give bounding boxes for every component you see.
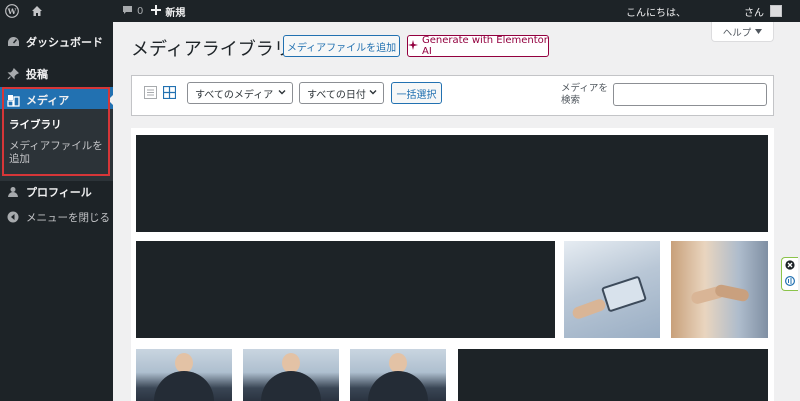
collapse-icon [0,211,26,223]
close-circle-icon[interactable] [785,259,795,273]
media-tile[interactable] [136,241,555,338]
chevron-down-icon [755,26,763,37]
page-title: メディアライブラリ [131,39,292,60]
user-account-menu[interactable]: こんにちは、 さん [626,0,782,22]
home-icon[interactable] [24,0,50,22]
sidebar-item-profile[interactable]: プロフィール [0,179,113,205]
sidebar-item-label: 投稿 [26,68,48,81]
greeting-text: こんにちは、 [626,7,686,19]
user-suffix: さん [744,7,764,19]
plus-icon [151,4,162,18]
user-icon [0,186,26,198]
svg-text:W: W [7,7,17,16]
sidebar-item-posts[interactable]: 投稿 [0,61,113,87]
media-tile-thumbnail[interactable] [350,349,446,401]
chevron-down-icon [369,88,377,99]
comments-count: 0 [137,5,144,17]
person-suit [154,371,214,401]
search-input[interactable] [613,83,767,106]
sidebar-item-label: プロフィール [26,186,92,199]
wordpress-logo-icon[interactable]: W [0,0,24,22]
media-tile[interactable] [136,135,768,232]
grid-view-icon[interactable] [162,85,177,100]
media-tile[interactable] [458,349,768,401]
sidebar-item-dashboard[interactable]: ダッシュボード [0,29,113,55]
media-tile-thumbnail[interactable] [136,349,232,401]
admin-bar: W 0 新規 こんにちは、 さん [0,0,800,22]
date-select[interactable]: すべての日付 [299,82,384,104]
floating-tool-panel [781,257,798,291]
person-head [175,353,193,373]
media-tile-thumbnail[interactable] [671,241,768,338]
person-suit [368,371,428,401]
hand-shape [714,283,750,303]
new-content-link[interactable]: 新規 [151,0,185,22]
media-type-select[interactable]: すべてのメディア [187,82,293,104]
sidebar-collapse[interactable]: メニューを閉じる [0,204,113,230]
person-head [282,353,300,373]
sidebar-item-label: ダッシュボード [26,36,103,49]
generate-elementor-ai-button[interactable]: Generate with Elementor AI [407,35,549,57]
highlight-box [2,87,110,176]
avatar [770,5,782,17]
help-tab[interactable]: ヘルプ [711,22,774,42]
elementor-button-label: Generate with Elementor AI [422,35,548,57]
list-view-icon[interactable] [144,86,158,100]
media-tile-thumbnail[interactable] [564,241,660,338]
hand-shape [570,297,608,321]
admin-sidebar: ダッシュボード 投稿 メディア ライブラリ メディアファイルを追加 プロフィール… [0,22,114,401]
add-media-button[interactable]: メディアファイルを追加 [283,35,400,57]
elementor-icon[interactable] [784,275,796,289]
dashboard-icon [0,36,26,48]
sidebar-item-label: メニューを閉じる [26,211,110,224]
help-label: ヘルプ [722,27,752,39]
sparkle-icon [408,39,418,53]
media-tile-thumbnail[interactable] [243,349,339,401]
media-type-value: すべてのメディア [195,89,274,101]
pin-icon [0,68,26,80]
person-suit [261,371,321,401]
bulk-select-button[interactable]: 一括選択 [391,82,442,104]
new-label: 新規 [165,7,186,19]
person-head [389,353,407,373]
date-value: すべての日付 [307,89,366,101]
media-grid [131,128,774,401]
comments-link[interactable]: 0 [122,0,143,22]
media-toolbar: すべてのメディア すべての日付 一括選択 メディアを検索 [131,75,774,116]
search-label: メディアを検索 [561,83,608,106]
comment-icon [122,5,133,18]
tablet-shape [600,275,648,313]
chevron-down-icon [278,88,286,99]
